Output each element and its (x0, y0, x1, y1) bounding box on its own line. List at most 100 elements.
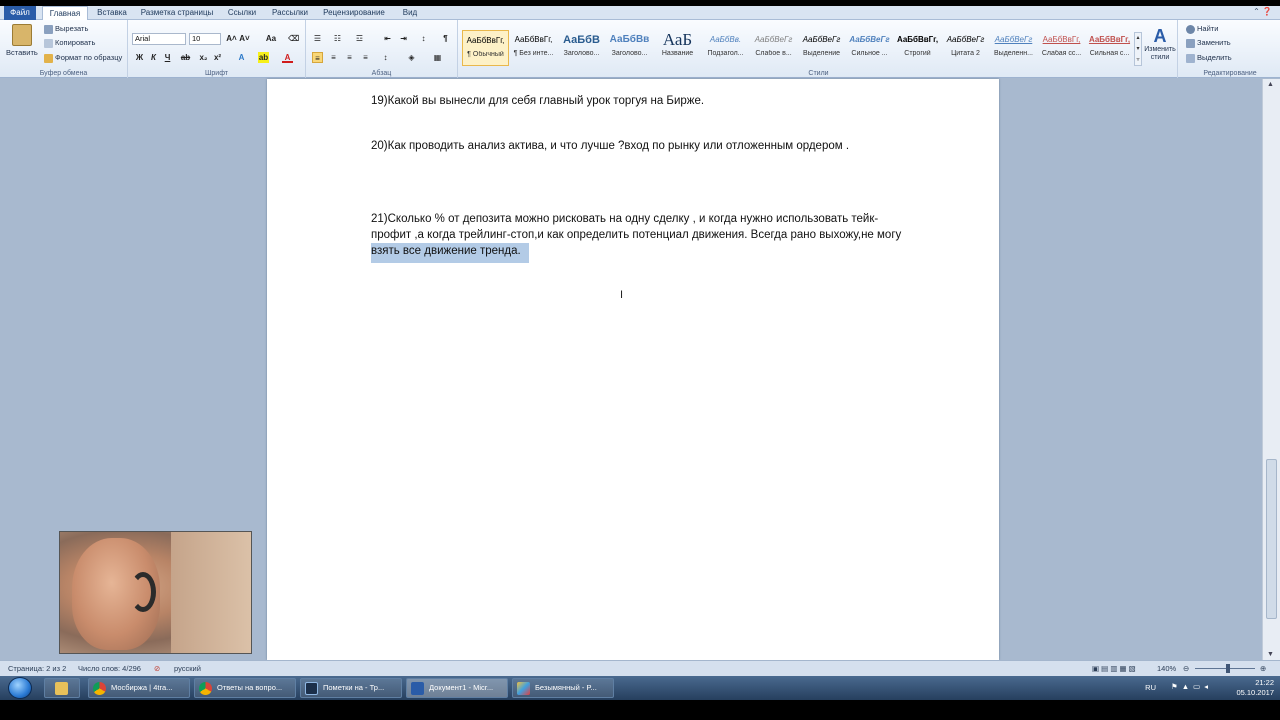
ribbon-window-controls[interactable]: ⌃ ❓ (1253, 7, 1272, 16)
paste-button[interactable]: Вставить (6, 48, 38, 57)
start-button-icon[interactable] (8, 677, 32, 699)
change-case-button[interactable]: Aa (262, 33, 280, 44)
cut-button[interactable]: Вырезать (44, 24, 88, 34)
styles-scroll[interactable]: ▴ ▾ ▿ (1134, 32, 1142, 66)
help-icon[interactable]: ❓ (1262, 7, 1272, 16)
zoom-slider-thumb[interactable] (1226, 664, 1230, 673)
italic-button[interactable]: К (148, 52, 159, 63)
shading-icon[interactable]: ◈ (406, 52, 417, 63)
proofing-icon[interactable]: ⊘ (154, 664, 160, 673)
brush-icon (44, 53, 53, 63)
style-subtle-emphasis[interactable]: АаБбВеГг Слабое в... (750, 30, 797, 66)
shrink-font-button[interactable]: A˅ (239, 33, 250, 44)
page-count[interactable]: Страница: 2 из 2 (8, 664, 66, 673)
scroll-thumb[interactable] (1266, 459, 1277, 619)
tab-file[interactable]: Файл (4, 6, 36, 20)
style-intense-emphasis[interactable]: АаБбВеГг Сильное ... (846, 30, 893, 66)
increase-indent-icon[interactable]: ⇥ (398, 33, 409, 44)
zoom-level[interactable]: 140% (1157, 664, 1176, 673)
numbering-icon[interactable]: ☷ (332, 33, 343, 44)
borders-icon[interactable]: ▦ (432, 52, 443, 63)
format-painter-button[interactable]: Формат по образцу (44, 53, 122, 63)
justify-icon[interactable]: ≡ (360, 52, 371, 63)
paragraph-19[interactable]: 19)Какой вы вынесли для себя главный уро… (371, 93, 961, 109)
style-heading-1[interactable]: АаБбВ Заголово... (558, 30, 605, 66)
font-name-combo[interactable]: Arial (132, 33, 186, 45)
font-color-icon[interactable]: A (282, 52, 293, 63)
decrease-indent-icon[interactable]: ⇤ (382, 33, 393, 44)
taskbar-task-mosbirzha[interactable]: Мосбиржа | 4tra... (88, 678, 190, 698)
select-label: Выделить (1197, 53, 1232, 62)
style-heading-2[interactable]: АаБбВв Заголово... (606, 30, 653, 66)
font-size-combo[interactable]: 10 (189, 33, 221, 45)
document-page[interactable]: 19)Какой вы вынесли для себя главный уро… (267, 79, 999, 660)
taskbar-task-answers[interactable]: Ответы на вопро... (194, 678, 296, 698)
tab-page-layout[interactable]: Разметка страницы (136, 6, 218, 20)
view-buttons[interactable]: ▣ ▤ ▥ ▦ ▧ (1092, 664, 1136, 673)
align-right-icon[interactable]: ≡ (344, 52, 355, 63)
style-sample: АаБбВвГг, (1042, 35, 1081, 44)
align-left-icon[interactable]: ≡ (312, 52, 323, 63)
style-title[interactable]: АаБ Название (654, 30, 701, 66)
language-indicator[interactable]: русский (174, 664, 201, 673)
style-intense-reference[interactable]: АаБбВвГг, Сильная с... (1086, 30, 1133, 66)
paste-icon[interactable] (12, 24, 32, 46)
style-strong[interactable]: АаБбВвГг, Строгий (894, 30, 941, 66)
vertical-scrollbar[interactable]: ▲ ▼ (1262, 79, 1280, 660)
ibeam-cursor-icon: I (620, 289, 624, 301)
clipboard-group-label: Буфер обмена (39, 70, 88, 77)
select-button[interactable]: Выделить (1186, 53, 1232, 63)
taskbar-task-word[interactable]: Документ1 - Micr... (406, 678, 508, 698)
paragraph-21[interactable]: 21)Сколько % от депозита можно рисковать… (371, 211, 961, 263)
tab-insert[interactable]: Вставка (92, 6, 132, 20)
tab-references[interactable]: Ссылки (222, 6, 262, 20)
task-label: Мосбиржа | 4tra... (111, 683, 173, 692)
tab-review[interactable]: Рецензирование (318, 6, 390, 20)
align-center-icon[interactable]: ≡ (328, 52, 339, 63)
zoom-out-icon[interactable]: ⊖ (1183, 664, 1189, 673)
taskbar-task-notes[interactable]: Пометки на - Тр... (300, 678, 402, 698)
style-no-spacing[interactable]: АаБбВвГг, ¶ Без инте... (510, 30, 557, 66)
copy-button[interactable]: Копировать (44, 38, 95, 48)
bold-button[interactable]: Ж (134, 52, 145, 63)
superscript-icon[interactable]: x² (212, 52, 223, 63)
minimize-ribbon-icon[interactable]: ⌃ (1253, 7, 1260, 16)
zoom-in-icon[interactable]: ⊕ (1260, 664, 1266, 673)
style-emphasis[interactable]: АаБбВеГг Выделение (798, 30, 845, 66)
tab-mailings[interactable]: Рассылки (266, 6, 314, 20)
text-effects-icon[interactable]: A (236, 52, 247, 63)
scroll-down-icon[interactable]: ▼ (1267, 651, 1274, 658)
show-marks-button[interactable]: ¶ (440, 33, 451, 44)
grow-font-button[interactable]: A˄ (226, 33, 237, 44)
scroll-up-icon[interactable]: ▲ (1267, 81, 1274, 88)
word-count[interactable]: Число слов: 4/296 (78, 664, 141, 673)
bullets-icon[interactable]: ☰ (312, 33, 323, 44)
change-styles-button[interactable]: A Изменить стили (1144, 26, 1176, 62)
input-language[interactable]: RU (1145, 683, 1156, 692)
tab-home[interactable]: Главная (42, 6, 88, 21)
zoom-slider[interactable] (1195, 668, 1255, 669)
style-intense-quote[interactable]: АаБбВеГг Выделенн... (990, 30, 1037, 66)
clear-format-icon[interactable]: ⌫ (288, 33, 299, 44)
find-button[interactable]: Найти (1186, 24, 1218, 34)
sort-icon[interactable]: ↕ (418, 33, 429, 44)
style-subtitle[interactable]: АаБбВв. Подзагол... (702, 30, 749, 66)
clock[interactable]: 21:22 05.10.2017 (1230, 678, 1274, 698)
taskbar-task-paint[interactable]: Безымянный - P... (512, 678, 614, 698)
style-subtle-reference[interactable]: АаБбВвГг, Слабая сс... (1038, 30, 1085, 66)
multilevel-list-icon[interactable]: ☲ (354, 33, 365, 44)
line-spacing-icon[interactable]: ↕ (380, 52, 391, 63)
headset-icon (130, 572, 156, 612)
tab-view[interactable]: Вид (394, 6, 426, 20)
replace-button[interactable]: Заменить (1186, 38, 1231, 48)
taskbar-explorer[interactable] (44, 678, 80, 698)
style-normal[interactable]: АаБбВвГг, ¶ Обычный (462, 30, 509, 66)
subscript-icon[interactable]: x₂ (198, 52, 209, 63)
strikethrough-icon[interactable]: ab (180, 52, 191, 63)
tray-icons[interactable]: ⚑▲▭◂ (1171, 682, 1212, 691)
highlight-icon[interactable]: ab (258, 52, 269, 63)
text-selection[interactable]: взять все движение тренда. (371, 243, 529, 263)
style-quote-2[interactable]: АаБбВеГг Цитата 2 (942, 30, 989, 66)
underline-button[interactable]: Ч (162, 52, 173, 63)
paragraph-20[interactable]: 20)Как проводить анализ актива, и что лу… (371, 138, 961, 154)
